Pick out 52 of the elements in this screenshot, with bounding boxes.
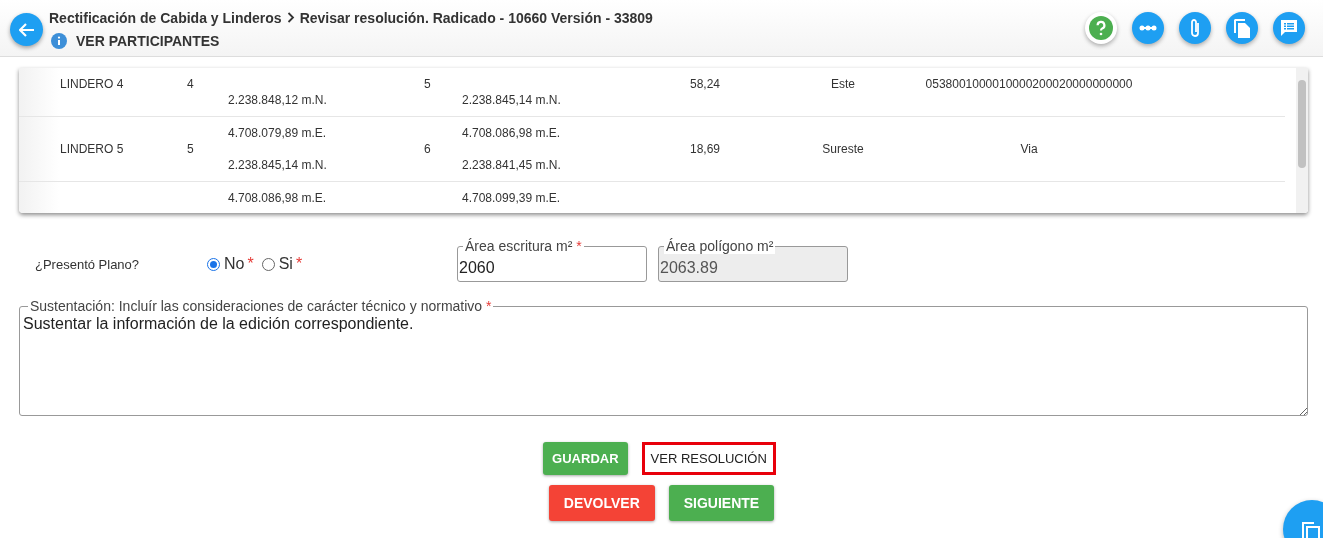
form-field[interactable]: Sustentación: Incluír las consideraciones de carácter técnico y normativo * Sustentar la información de la edición correspondiente. — [19, 298, 1308, 416]
copy-icon — [1233, 18, 1251, 38]
radio-label[interactable]: Si — [278, 255, 293, 273]
chevron-right-icon — [286, 12, 295, 23]
table-cell-text: 18,69 — [690, 142, 722, 156]
table-cell-text: Sureste — [821, 142, 865, 156]
copy-button[interactable] — [1226, 12, 1258, 44]
connected-dots-icon — [1139, 25, 1157, 31]
table-cell-text: 4.708.086,98 m.E. — [462, 126, 562, 140]
left-arrow-icon — [18, 22, 35, 37]
table-cell-text: Este — [830, 77, 856, 91]
info-icon — [51, 32, 67, 49]
paperclip-icon — [1190, 18, 1200, 38]
form-field[interactable]: Área escritura m² * 2060 — [457, 238, 647, 282]
flow-button[interactable] — [1132, 12, 1164, 44]
table-cell-text: 2.238.848,12 m.N. — [228, 93, 328, 107]
help-icon — [1089, 16, 1113, 40]
table-cell-text: 4.708.079,89 m.E. — [228, 126, 328, 140]
comments-button[interactable] — [1273, 12, 1305, 44]
required-mark: * — [295, 255, 303, 273]
page-title: Revisar resolución. Radicado - 10660 Versión - 33809 — [299, 9, 653, 26]
table-cell-text: 2.238.845,14 m.N. — [228, 158, 328, 172]
comment-list-icon — [1280, 19, 1298, 37]
participants-link[interactable]: VER PARTICIPANTES — [76, 32, 220, 49]
action-button[interactable]: DEVOLVER — [548, 485, 655, 521]
field-label: ¿Presentó Plano? — [35, 255, 141, 272]
table-cell-text: 6 — [424, 142, 432, 156]
table-cell-text: LINDERO 4 — [60, 77, 125, 91]
input-field[interactable]: 2060 — [459, 259, 639, 277]
table-cell-text: 5 — [187, 142, 195, 156]
table-cell-text: Via — [1019, 142, 1039, 156]
table-cell-text: 4.708.099,39 m.E. — [462, 191, 562, 205]
action-button[interactable]: VER RESOLUCIÓN — [641, 442, 776, 475]
back-button[interactable] — [10, 13, 43, 46]
breadcrumb-link[interactable]: Rectificación de Cabida y Linderos — [49, 9, 282, 26]
table-cell-text: 2.238.845,14 m.N. — [462, 93, 562, 107]
table-cell-text: 4 — [187, 77, 195, 91]
table-cell-text: 0538001000010000200020000000000 — [924, 77, 1134, 91]
table-cell-text: 4.708.086,98 m.E. — [228, 191, 328, 205]
field-label: Sustentación: Incluír las consideraciones de carácter técnico y normativo * — [28, 298, 494, 314]
field-label: Área polígono m² — [664, 238, 776, 254]
radio-label[interactable]: No — [224, 255, 245, 273]
scrollbar[interactable] — [1296, 68, 1308, 213]
copy-icon — [1301, 521, 1321, 538]
required-mark: * — [247, 255, 254, 273]
table-cell-text: 5 — [424, 77, 432, 91]
attach-button[interactable] — [1179, 12, 1211, 44]
table-cell-text: 58,24 — [690, 77, 722, 91]
help-button[interactable] — [1085, 12, 1117, 44]
table-cell-text: LINDERO 5 — [60, 142, 125, 156]
table-cell-text: 2.238.841,45 m.N. — [462, 158, 562, 172]
field-label: Área escritura m² * — [463, 238, 584, 254]
